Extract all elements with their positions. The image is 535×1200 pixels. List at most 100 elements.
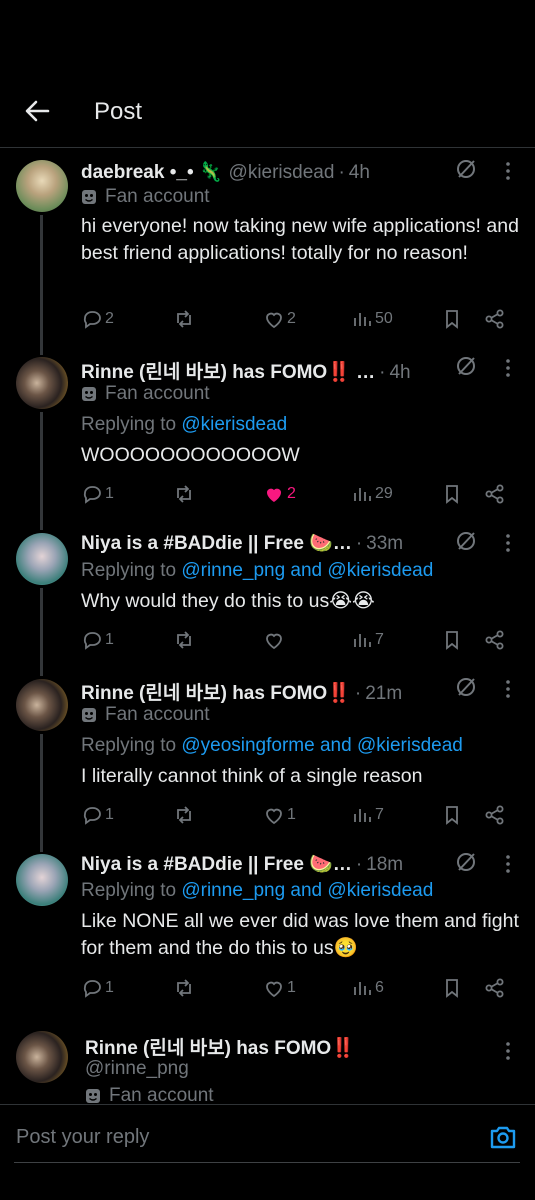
- reply-count: 1: [105, 979, 114, 996]
- grok-icon[interactable]: [455, 158, 477, 180]
- reply-icon: [83, 632, 101, 650]
- avatar[interactable]: [16, 357, 68, 409]
- bookmark-button[interactable]: [441, 308, 463, 330]
- theater-mask-icon: [86, 1089, 100, 1103]
- camera-icon[interactable]: [489, 1124, 517, 1150]
- theater-mask-icon: [82, 708, 96, 722]
- repost-button[interactable]: [173, 483, 197, 505]
- grok-icon[interactable]: [455, 530, 477, 552]
- share-button[interactable]: [484, 804, 506, 826]
- avatar[interactable]: [16, 1031, 68, 1083]
- bookmark-button[interactable]: [441, 804, 463, 826]
- separator-dot: ·: [355, 854, 363, 875]
- post-text: hi everyone! now taking new wife applica…: [81, 215, 519, 264]
- reply-count: 2: [105, 310, 114, 327]
- reply-button[interactable]: 1: [81, 483, 114, 505]
- replying-to-handles[interactable]: @kierisdead: [181, 414, 287, 435]
- separator-dot: ·: [355, 533, 363, 554]
- replying-to: Replying to @kierisdead: [81, 414, 287, 436]
- repost-button[interactable]: [173, 629, 197, 651]
- like-count: 2: [287, 310, 296, 327]
- avatar[interactable]: [16, 160, 68, 212]
- views-button[interactable]: 7: [351, 804, 384, 826]
- handle[interactable]: @rinne_png: [85, 1058, 189, 1080]
- like-button[interactable]: 2: [263, 308, 296, 330]
- heart-icon: [266, 633, 282, 650]
- replying-to-label: Replying to: [81, 735, 177, 756]
- timestamp[interactable]: 33m: [366, 533, 403, 555]
- more-options-icon[interactable]: [497, 678, 519, 700]
- heart-icon: [266, 808, 282, 825]
- reply-button[interactable]: 2: [81, 308, 114, 330]
- views-icon: [354, 982, 371, 995]
- grok-icon[interactable]: [455, 676, 477, 698]
- separator-dot: ·: [354, 683, 362, 704]
- views-button[interactable]: 6: [351, 977, 384, 999]
- grok-icon[interactable]: [455, 851, 477, 873]
- like-button[interactable]: [263, 629, 287, 651]
- heart-icon: [266, 981, 282, 998]
- more-options-icon[interactable]: [497, 1040, 519, 1062]
- view-count: 50: [375, 310, 393, 327]
- repost-button[interactable]: [173, 977, 197, 999]
- share-button[interactable]: [484, 483, 506, 505]
- replying-to-handles[interactable]: @rinne_png and @kierisdead: [181, 560, 433, 581]
- fan-account-badge: Fan account: [81, 186, 210, 208]
- action-bar: 1 1 7: [81, 804, 511, 828]
- bookmark-icon: [446, 310, 458, 329]
- repost-button[interactable]: [173, 308, 197, 330]
- action-bar: 1 1 6: [81, 977, 511, 1001]
- display-name[interactable]: Rinne (린네 바보) has FOMO‼️ …: [81, 357, 375, 384]
- reply-button[interactable]: 1: [81, 804, 114, 826]
- reply-button[interactable]: 1: [81, 629, 114, 651]
- theater-mask-icon: [82, 190, 96, 204]
- more-options-icon[interactable]: [497, 853, 519, 875]
- display-name[interactable]: Niya is a #BADdie || Free 🍉…: [81, 531, 352, 555]
- replying-to-handles[interactable]: @rinne_png and @kierisdead: [181, 880, 433, 901]
- action-bar: 2 2 50: [81, 308, 511, 332]
- heart-icon: [266, 312, 282, 329]
- replying-to-label: Replying to: [81, 880, 177, 901]
- back-arrow-icon[interactable]: [22, 96, 52, 126]
- reply-input[interactable]: Post your reply: [16, 1126, 149, 1149]
- timestamp[interactable]: 4h: [389, 362, 410, 384]
- bookmark-button[interactable]: [441, 977, 463, 999]
- reply-button[interactable]: 1: [81, 977, 114, 999]
- share-button[interactable]: [484, 977, 506, 999]
- like-button[interactable]: 2: [263, 483, 296, 505]
- like-button[interactable]: 1: [263, 804, 296, 826]
- more-options-icon[interactable]: [497, 160, 519, 182]
- grok-icon[interactable]: [455, 355, 477, 377]
- more-options-icon[interactable]: [497, 532, 519, 554]
- like-button[interactable]: 1: [263, 977, 296, 999]
- share-button[interactable]: [484, 308, 506, 330]
- fan-account-badge: Fan account: [81, 704, 210, 726]
- timestamp[interactable]: 21m: [365, 683, 402, 705]
- display-name[interactable]: Rinne (린네 바보) has FOMO‼️: [81, 678, 351, 705]
- views-button[interactable]: 29: [351, 483, 393, 505]
- handle[interactable]: @kierisdead: [229, 162, 335, 184]
- more-options-icon[interactable]: [497, 357, 519, 379]
- display-name[interactable]: Rinne (린네 바보) has FOMO‼️: [85, 1033, 355, 1060]
- thread-line: [40, 734, 43, 852]
- reply-icon: [83, 980, 101, 998]
- timestamp[interactable]: 4h: [349, 162, 370, 184]
- display-name[interactable]: daebreak •_• 🦎: [81, 160, 223, 184]
- view-count: 7: [375, 806, 384, 823]
- display-name[interactable]: Niya is a #BADdie || Free 🍉…: [81, 852, 352, 876]
- share-button[interactable]: [484, 629, 506, 651]
- bookmark-button[interactable]: [441, 629, 463, 651]
- repost-button[interactable]: [173, 804, 197, 826]
- avatar[interactable]: [16, 679, 68, 731]
- timestamp[interactable]: 18m: [366, 854, 403, 876]
- action-bar: 1 2 29: [81, 483, 511, 507]
- avatar[interactable]: [16, 854, 68, 906]
- bookmark-button[interactable]: [441, 483, 463, 505]
- views-button[interactable]: 7: [351, 629, 384, 651]
- thread-line: [40, 412, 43, 530]
- views-button[interactable]: 50: [351, 308, 393, 330]
- reply-input-underline: [14, 1162, 520, 1163]
- avatar[interactable]: [16, 533, 68, 585]
- replying-to: Replying to @rinne_png and @kierisdead: [81, 560, 433, 582]
- replying-to-handles[interactable]: @yeosingforme and @kierisdead: [181, 735, 463, 756]
